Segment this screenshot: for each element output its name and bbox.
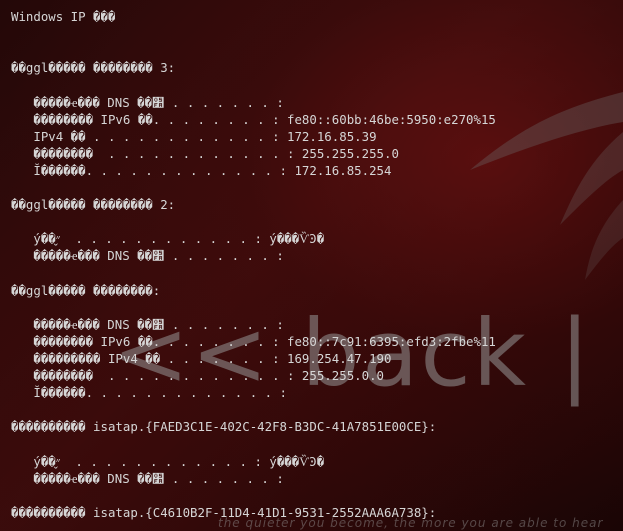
terminal-line: ��ggl����� �������� 3: <box>11 60 176 76</box>
terminal-line: ���������� isatap.{FAED3C1E-402C-42F8-B3… <box>11 419 437 435</box>
terminal-line: �������� . . . . . . . . . . . . : 255.2… <box>11 145 399 161</box>
terminal-line: ���������� isatap.{C4610B2F-11D4-41D1-95… <box>11 504 437 520</box>
terminal-window[interactable]: << back | track the quieter you become, … <box>0 0 623 531</box>
terminal-line: IPv4 �� . . . . . . . . . . . . : 172.16… <box>11 128 377 144</box>
terminal-line: Ĭ������. . . . . . . . . . . . . : <box>11 385 288 401</box>
terminal-line: �����ҽ��� DNS ��׺ . . . . . . . : <box>11 316 284 332</box>
backtrack-wallpaper <box>470 92 623 280</box>
terminal-line: Ĭ������. . . . . . . . . . . . . : 172.1… <box>11 162 392 178</box>
terminal-line: Windows IP ��� <box>11 9 116 24</box>
terminal-line: ��ggl����� ��������: <box>11 282 161 298</box>
terminal-line: �������� . . . . . . . . . . . . : 255.2… <box>11 368 384 384</box>
dragon-claw-shape <box>560 132 623 225</box>
terminal-line: �������� IPv6 ��. . . . . . . . : fe80::… <box>11 333 496 349</box>
terminal-line: ý��״̬ . . . . . . . . . . . . : ý���ѶϿ� <box>11 453 325 469</box>
dragon-claw-shape <box>585 200 623 280</box>
terminal-line: ��������� IPv4 �� . . . . . . . : 169.25… <box>11 351 392 366</box>
terminal-line: ��ggl����� �������� 2: <box>11 197 176 213</box>
terminal-line: �����ҽ��� DNS ��׺ . . . . . . . : <box>11 94 284 110</box>
terminal-line: ý��״̬ . . . . . . . . . . . . : ý���ѶϿ� <box>11 231 325 247</box>
terminal-line: �����ҽ��� DNS ��׺ . . . . . . . : <box>11 470 284 486</box>
terminal-line: �����ҽ��� DNS ��׺ . . . . . . . : <box>11 248 284 264</box>
terminal-line: �������� IPv6 ��. . . . . . . . : fe80::… <box>11 111 496 127</box>
